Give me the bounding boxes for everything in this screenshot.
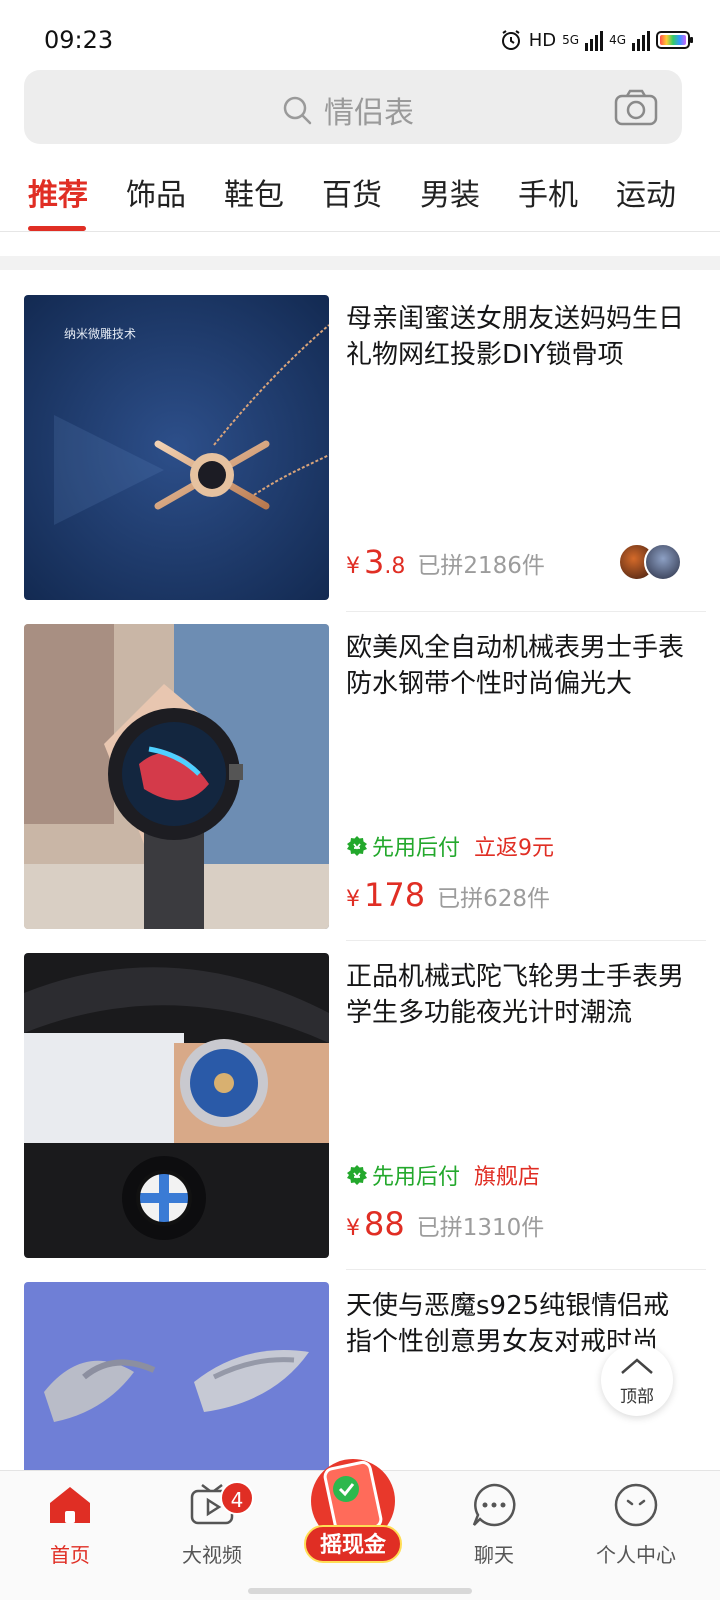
alarm-icon: [501, 30, 520, 50]
product-title[interactable]: 母亲闺蜜送女朋友送妈妈生日礼物网红投影DIY锁骨项: [346, 301, 686, 373]
camera-icon[interactable]: [614, 88, 658, 126]
pay-later-tag: 先用后付: [346, 1159, 460, 1191]
nav-home[interactable]: 首页: [10, 1481, 130, 1568]
product-title[interactable]: 正品机械式陀飞轮男士手表男学生多功能夜光计时潮流: [346, 959, 686, 1031]
product-card[interactable]: 正品机械式陀飞轮男士手表男学生多功能夜光计时潮流 先用后付 旗舰店 ¥ 88 已…: [0, 953, 720, 1283]
product-title[interactable]: 欧美风全自动机械表男士手表防水钢带个性时尚偏光大: [346, 630, 686, 702]
tab-phones[interactable]: 手机: [518, 170, 578, 214]
video-badge: 4: [220, 1481, 254, 1515]
nav-chat-label: 聊天: [474, 1543, 514, 1567]
product-image[interactable]: 纳米微雕技术: [24, 295, 329, 600]
product-image[interactable]: [24, 1282, 329, 1472]
chevron-up-icon: [621, 1358, 653, 1374]
profile-icon: [614, 1483, 658, 1527]
partial-scrolled-row: [0, 232, 720, 258]
product-image[interactable]: [24, 624, 329, 929]
product-image[interactable]: [24, 953, 329, 1258]
tab-shoes-bags[interactable]: 鞋包: [224, 170, 284, 214]
bottom-nav: 首页 大视频 4 摇现金 聊天 个人中心: [0, 1459, 720, 1600]
price-decimal: .8: [384, 554, 406, 579]
buyer-avatars: [618, 543, 682, 583]
nav-chat[interactable]: 聊天: [434, 1481, 554, 1568]
category-tabs: 推荐 饰品 鞋包 百货 男装 手机 运动: [0, 160, 720, 232]
4g-indicator: 4G: [609, 33, 626, 47]
nav-profile-label: 个人中心: [596, 1543, 676, 1567]
avatar: [644, 543, 682, 581]
sold-count: 已拼2186件: [417, 553, 545, 579]
currency-symbol: ¥: [346, 1216, 360, 1241]
hd-indicator: HD: [528, 29, 557, 51]
currency-symbol: ¥: [346, 554, 360, 579]
shake-cash-button[interactable]: 摇现金: [300, 1453, 406, 1571]
product-card[interactable]: 纳米微雕技术 母亲闺蜜送女朋友送妈妈生日礼物网红投影DIY锁骨项 ¥ 3 .8 …: [0, 295, 720, 625]
pay-later-label: 先用后付: [372, 1165, 461, 1190]
tab-recommend[interactable]: 推荐: [28, 170, 88, 214]
price-integer: 88: [364, 1205, 405, 1243]
search-bar[interactable]: 情侣表: [24, 70, 682, 144]
product-card[interactable]: 欧美风全自动机械表男士手表防水钢带个性时尚偏光大 先用后付 立返9元 ¥ 178…: [0, 624, 720, 954]
pay-later-icon: [347, 836, 367, 856]
sold-count: 已拼628件: [437, 886, 550, 912]
status-time: 09:23: [44, 26, 114, 54]
5g-indicator: 5G: [562, 33, 580, 47]
pay-later-label: 先用后付: [372, 836, 461, 861]
tab-sports[interactable]: 运动: [616, 170, 676, 214]
tag-row: 先用后付 立返9元: [346, 830, 554, 862]
divider: [346, 611, 706, 612]
tab-menswear[interactable]: 男装: [420, 170, 480, 214]
nav-home-label: 首页: [50, 1543, 90, 1567]
shake-cash-label: 摇现金: [304, 1525, 402, 1563]
tab-active-indicator: [28, 226, 86, 231]
divider: [346, 1269, 706, 1270]
nav-video[interactable]: 大视频 4: [152, 1481, 272, 1568]
back-to-top-button[interactable]: 顶部: [601, 1344, 673, 1416]
tag-row: 先用后付 旗舰店: [346, 1159, 540, 1191]
price-row: ¥ 88 已拼1310件: [346, 1205, 544, 1243]
tab-general[interactable]: 百货: [322, 170, 382, 214]
signal-icon: [585, 29, 604, 51]
battery-icon: [656, 31, 693, 49]
search-input[interactable]: 情侣表: [324, 88, 414, 132]
search-icon: [283, 96, 312, 125]
pay-later-tag: 先用后付: [346, 830, 460, 862]
section-divider: [0, 256, 720, 270]
tab-jewelry[interactable]: 饰品: [126, 170, 186, 214]
divider: [346, 940, 706, 941]
price-integer: 178: [364, 876, 426, 914]
home-indicator: [248, 1588, 472, 1594]
nav-video-label: 大视频: [182, 1543, 242, 1567]
flagship-store-tag: 旗舰店: [474, 1165, 541, 1190]
image-caption: 纳米微雕技术: [64, 327, 137, 341]
status-icons: HD 5G 4G: [499, 28, 693, 52]
status-bar: 09:23 HD 5G 4G: [0, 0, 720, 66]
chat-icon: [472, 1483, 516, 1527]
pay-later-icon: [347, 1165, 367, 1185]
back-to-top-label: 顶部: [620, 1387, 654, 1407]
price-row: ¥ 3 .8 已拼2186件: [346, 543, 545, 581]
currency-symbol: ¥: [346, 887, 360, 912]
signal-icon-2: [632, 29, 650, 51]
promo-tag: 立返9元: [474, 836, 555, 861]
nav-profile[interactable]: 个人中心: [576, 1481, 696, 1568]
home-icon: [50, 1487, 90, 1523]
sold-count: 已拼1310件: [416, 1215, 545, 1241]
price-integer: 3: [364, 543, 385, 581]
price-row: ¥ 178 已拼628件: [346, 876, 550, 914]
